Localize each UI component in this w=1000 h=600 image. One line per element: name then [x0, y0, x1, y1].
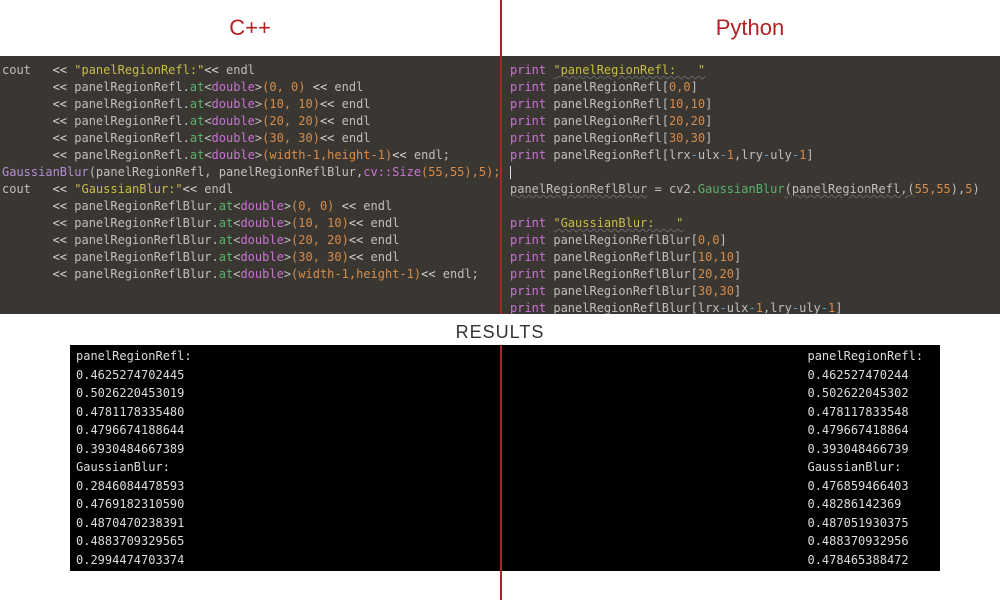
console-line: 0.462527470244	[807, 366, 930, 385]
cpp-line: << panelRegionReflBlur.at<double>(30, 30…	[2, 249, 496, 266]
py-line: print panelRegionRefl[10,10]	[510, 96, 996, 113]
cpp-line: << panelRegionRefl.at<double>(20, 20)<< …	[2, 113, 496, 130]
cpp-line: cout << "panelRegionRefl:"<< endl	[2, 62, 496, 79]
cpp-line: << panelRegionRefl.at<double>(0, 0) << e…	[2, 79, 496, 96]
cpp-code-block: cout << "panelRegionRefl:"<< endl << pan…	[0, 56, 500, 314]
vertical-divider-bottom	[500, 345, 502, 600]
cpp-line: GaussianBlur(panelRegionRefl, panelRegio…	[2, 164, 496, 181]
python-results-console: panelRegionRefl: 0.462527470244 0.502622…	[801, 345, 940, 571]
header-cpp: C++	[0, 15, 500, 41]
py-line: print panelRegionReflBlur[30,30]	[510, 283, 996, 300]
console-line: 0.479667418864	[807, 421, 930, 440]
console-line: 0.502622045302	[807, 384, 930, 403]
py-line-cursor	[510, 164, 996, 181]
py-line: print "panelRegionRefl: "	[510, 62, 996, 79]
results-heading: RESULTS	[0, 314, 1000, 345]
py-blank	[510, 198, 996, 215]
console-line: 0.4883709329565	[76, 532, 791, 551]
console-line: 0.48286142369	[807, 495, 930, 514]
cpp-line: << panelRegionReflBlur.at<double>(20, 20…	[2, 232, 496, 249]
py-line: print panelRegionRefl[20,20]	[510, 113, 996, 130]
console-line: panelRegionRefl:	[807, 347, 930, 366]
py-line: print panelRegionRefl[lrx-ulx-1,lry-uly-…	[510, 147, 996, 164]
console-line: 0.3930484667389	[76, 440, 791, 459]
console-line: 0.393048466739	[807, 440, 930, 459]
py-line: panelRegionReflBlur = cv2.GaussianBlur(p…	[510, 181, 996, 198]
py-line: print panelRegionRefl[0,0]	[510, 79, 996, 96]
console-line: 0.2846084478593	[76, 477, 791, 496]
header-python: Python	[500, 15, 1000, 41]
console-line: 0.488370932956	[807, 532, 930, 551]
console-line: 0.4625274702445	[76, 366, 791, 385]
console-line: 0.4769182310590	[76, 495, 791, 514]
py-line: print panelRegionReflBlur[lrx-ulx-1,lry-…	[510, 300, 996, 314]
console-line: panelRegionRefl:	[76, 347, 791, 366]
console-line: 0.487051930375	[807, 514, 930, 533]
vertical-divider-top	[500, 0, 502, 314]
python-code-block: print "panelRegionRefl: " print panelReg…	[500, 56, 1000, 314]
py-line: print panelRegionReflBlur[10,10]	[510, 249, 996, 266]
console-line: GaussianBlur:	[76, 458, 791, 477]
cpp-results-console: panelRegionRefl: 0.4625274702445 0.50262…	[70, 345, 801, 571]
cpp-line: << panelRegionRefl.at<double>(30, 30)<< …	[2, 130, 496, 147]
console-line: 0.2994474703374	[76, 551, 791, 570]
cursor-icon	[510, 166, 511, 179]
console-line: GaussianBlur:	[807, 458, 930, 477]
py-line: print "GaussianBlur: "	[510, 215, 996, 232]
console-line: 0.4796674188644	[76, 421, 791, 440]
console-line: 0.476859466403	[807, 477, 930, 496]
console-line: 0.4870470238391	[76, 514, 791, 533]
page-wrapper: C++ Python cout << "panelRegionRefl:"<< …	[0, 0, 1000, 600]
console-line: 0.478465388472	[807, 551, 930, 570]
py-line: print panelRegionReflBlur[0,0]	[510, 232, 996, 249]
cpp-line: << panelRegionRefl.at<double>(10, 10)<< …	[2, 96, 496, 113]
cpp-line: cout << "GaussianBlur:"<< endl	[2, 181, 496, 198]
console-line: 0.5026220453019	[76, 384, 791, 403]
py-line: print panelRegionReflBlur[20,20]	[510, 266, 996, 283]
console-line: 0.4781178335480	[76, 403, 791, 422]
cpp-line: << panelRegionReflBlur.at<double>(10, 10…	[2, 215, 496, 232]
cpp-line: << panelRegionReflBlur.at<double>(0, 0) …	[2, 198, 496, 215]
py-line: print panelRegionRefl[30,30]	[510, 130, 996, 147]
cpp-line: << panelRegionReflBlur.at<double>(width-…	[2, 266, 496, 283]
cpp-line: << panelRegionRefl.at<double>(width-1,he…	[2, 147, 496, 164]
console-line: 0.478117833548	[807, 403, 930, 422]
